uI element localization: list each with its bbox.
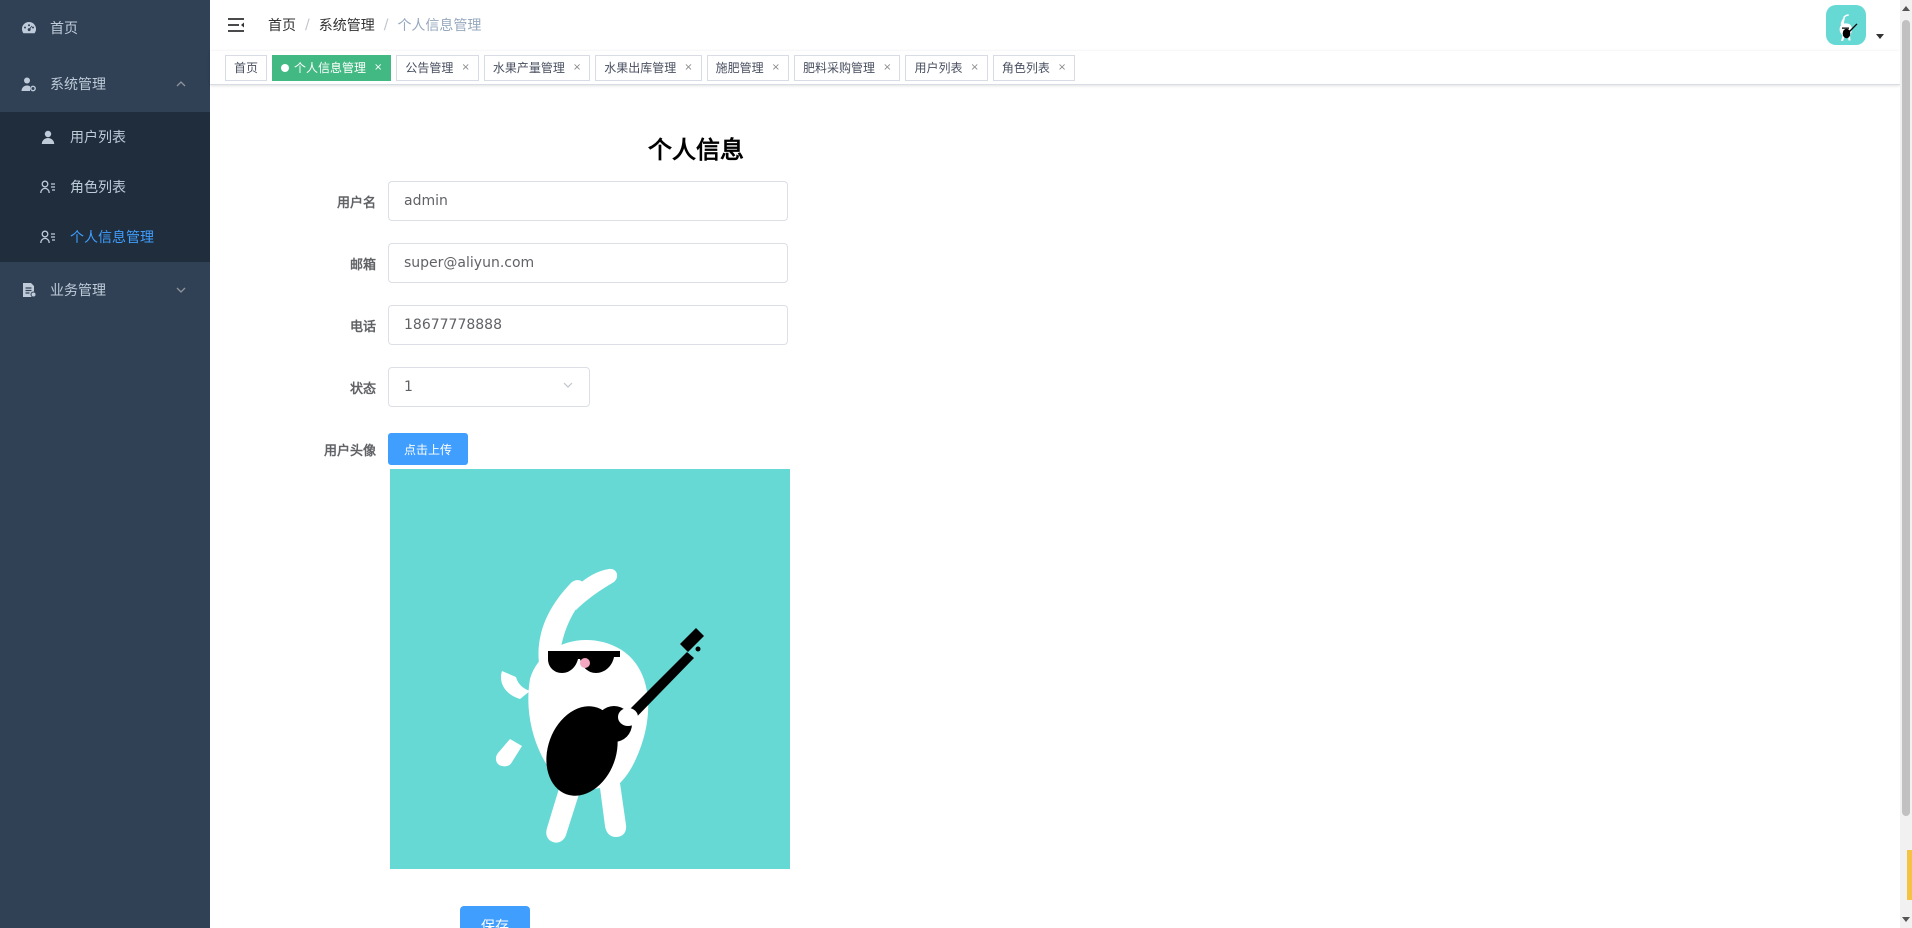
- scrollbar-thumb[interactable]: [1902, 20, 1910, 816]
- breadcrumb-separator: /: [383, 17, 389, 33]
- breadcrumb-separator: /: [305, 17, 310, 33]
- save-button[interactable]: 保存: [460, 906, 530, 928]
- phone-label: 电话: [349, 319, 376, 335]
- status-value: 1: [404, 379, 413, 395]
- user-icon: [40, 129, 56, 145]
- tag-label: 水果出库管理: [604, 60, 677, 75]
- scroll-up-icon[interactable]: [1902, 6, 1910, 11]
- tag-label: 用户列表: [914, 60, 963, 75]
- close-icon[interactable]: ×: [573, 56, 581, 80]
- document-icon: [20, 281, 38, 299]
- tag-label: 首页: [234, 60, 259, 75]
- hamburger-icon[interactable]: [226, 15, 246, 35]
- sidebar: 首页 系统管理 用户列表 角色列表 个人信息管理 业务管理: [0, 0, 210, 928]
- sidebar-item-user-list[interactable]: 用户列表: [0, 112, 210, 162]
- close-icon[interactable]: ×: [684, 56, 692, 80]
- close-icon[interactable]: ×: [883, 56, 891, 80]
- active-dot: [281, 63, 290, 72]
- close-icon[interactable]: ×: [772, 56, 780, 80]
- breadcrumb-item-current: 个人信息管理: [397, 18, 482, 34]
- username-row: 用户名 admin: [290, 181, 788, 221]
- tag-profile[interactable]: 个人信息管理 ×: [272, 54, 392, 81]
- status-label: 状态: [349, 381, 376, 397]
- close-icon[interactable]: ×: [1058, 56, 1066, 80]
- breadcrumb-item-system[interactable]: 系统管理: [319, 15, 375, 35]
- email-row: 邮箱 super@aliyun.com: [290, 243, 788, 283]
- sidebar-item-label: 个人信息管理: [70, 230, 154, 246]
- chevron-up-icon: [174, 77, 188, 91]
- status-row: 状态 1: [290, 367, 590, 407]
- tag-label: 公告管理: [405, 60, 454, 75]
- tag-fertilizer-purchase[interactable]: 肥料采购管理 ×: [794, 54, 901, 81]
- sidebar-item-label: 角色列表: [70, 180, 126, 196]
- tag-label: 施肥管理: [715, 60, 764, 75]
- close-icon[interactable]: ×: [970, 56, 978, 80]
- page-title: 个人信息: [648, 136, 744, 164]
- phone-row: 电话 18677778888: [290, 305, 788, 345]
- sidebar-item-home[interactable]: 首页: [0, 0, 210, 56]
- side-accent: [1907, 850, 1912, 900]
- navbar: 首页 / 系统管理 / 个人信息管理: [210, 0, 1912, 50]
- tag-label: 个人信息管理: [294, 60, 367, 75]
- tag-notice[interactable]: 公告管理 ×: [396, 54, 479, 81]
- tag-home[interactable]: 首页: [225, 54, 268, 81]
- tag-label: 角色列表: [1001, 60, 1050, 75]
- sidebar-item-role-list[interactable]: 角色列表: [0, 162, 210, 212]
- tag-fruit-outbound[interactable]: 水果出库管理 ×: [595, 54, 702, 81]
- sidebar-item-business[interactable]: 业务管理: [0, 262, 210, 318]
- avatar-label: 用户头像: [323, 443, 376, 459]
- dashboard-icon: [20, 19, 38, 37]
- sidebar-item-system[interactable]: 系统管理: [0, 56, 210, 112]
- username-label: 用户名: [336, 195, 376, 211]
- caret-down-icon: [1876, 34, 1884, 39]
- user-list-icon: [40, 179, 56, 195]
- avatar[interactable]: [1826, 5, 1866, 45]
- status-select[interactable]: 1: [388, 367, 590, 407]
- breadcrumb-item-home[interactable]: 首页: [268, 15, 296, 35]
- system-submenu: 用户列表 角色列表 个人信息管理: [0, 112, 210, 262]
- tags-view: 首页 个人信息管理 × 公告管理 × 水果产量管理 × 水果出库管理 × 施肥管…: [210, 51, 1900, 85]
- scroll-down-icon[interactable]: [1902, 917, 1910, 922]
- chevron-down-icon: [562, 379, 574, 395]
- sidebar-item-label: 首页: [50, 21, 78, 37]
- sidebar-item-label: 用户列表: [70, 130, 126, 146]
- tag-fertilize[interactable]: 施肥管理 ×: [706, 54, 790, 81]
- tag-label: 肥料采购管理: [803, 60, 876, 75]
- avatar-row: 用户头像 点击上传: [290, 433, 469, 465]
- tag-label: 水果产量管理: [492, 60, 565, 75]
- username-input[interactable]: admin: [388, 181, 788, 221]
- user-list-icon: [40, 229, 56, 245]
- chevron-down-icon: [174, 283, 188, 297]
- tag-user-list[interactable]: 用户列表 ×: [905, 54, 988, 81]
- avatar-preview: [390, 469, 790, 869]
- email-label: 邮箱: [349, 257, 376, 273]
- email-input[interactable]: super@aliyun.com: [388, 243, 788, 283]
- main-content: 个人信息 用户名 admin 邮箱 super@aliyun.com 电话 18…: [210, 86, 1900, 928]
- scrollbar[interactable]: [1900, 0, 1912, 928]
- upload-button[interactable]: 点击上传: [388, 433, 469, 465]
- sidebar-item-label: 系统管理: [50, 77, 106, 93]
- close-icon[interactable]: ×: [374, 56, 382, 80]
- user-gear-icon: [20, 75, 38, 93]
- breadcrumb: 首页 / 系统管理 / 个人信息管理: [268, 15, 481, 35]
- tag-fruit-yield[interactable]: 水果产量管理 ×: [483, 54, 591, 81]
- user-avatar-dropdown[interactable]: [1826, 5, 1884, 45]
- phone-input[interactable]: 18677778888: [388, 305, 788, 345]
- close-icon[interactable]: ×: [461, 56, 469, 80]
- sidebar-item-profile[interactable]: 个人信息管理: [0, 212, 210, 262]
- tag-role-list[interactable]: 角色列表 ×: [992, 54, 1076, 81]
- sidebar-item-label: 业务管理: [50, 283, 106, 299]
